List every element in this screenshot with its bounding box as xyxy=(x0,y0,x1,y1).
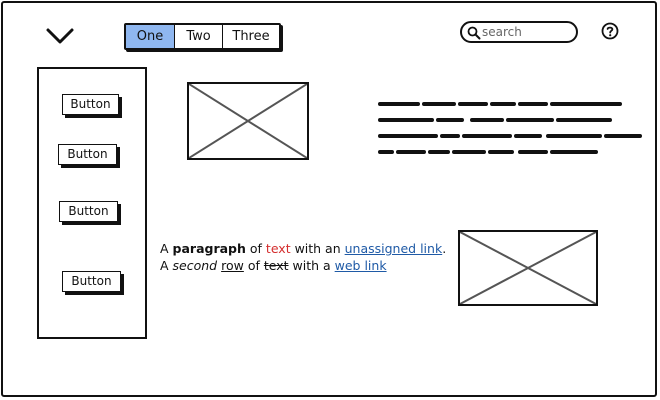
sidebar-button-4[interactable]: Button xyxy=(62,271,121,292)
tab-bar: One Two Three xyxy=(124,23,281,50)
sidebar-button-2[interactable]: Button xyxy=(58,144,117,165)
strikethrough-text: text xyxy=(263,258,289,273)
sidebar-button-3[interactable]: Button xyxy=(59,201,118,222)
underlined-text: row xyxy=(221,258,244,273)
paragraph-text: A paragraph of text with an unassigned l… xyxy=(160,240,460,274)
paragraph-line-2: A second row of text with a web link xyxy=(160,258,387,273)
sidebar-button-1[interactable]: Button xyxy=(62,94,119,115)
image-placeholder-top xyxy=(187,82,309,160)
image-placeholder-icon xyxy=(189,84,307,158)
image-placeholder-icon xyxy=(460,232,596,304)
scribbled-text-block xyxy=(378,102,642,154)
search-input[interactable] xyxy=(482,24,572,40)
paragraph-line-1: A paragraph of text with an unassigned l… xyxy=(160,241,447,256)
web-link[interactable]: web link xyxy=(335,258,387,273)
image-placeholder-bottom xyxy=(458,230,598,306)
search-icon xyxy=(467,26,481,40)
help-icon[interactable] xyxy=(601,22,619,40)
chevron-down-icon[interactable] xyxy=(45,25,75,47)
sidebar: Button Button Button Button xyxy=(37,67,147,339)
italic-text: second xyxy=(172,258,218,273)
tab-one[interactable]: One xyxy=(126,25,175,48)
red-text: text xyxy=(265,241,291,256)
tab-two[interactable]: Two xyxy=(175,25,223,48)
tab-three[interactable]: Three xyxy=(223,25,279,48)
unassigned-link[interactable]: unassigned link xyxy=(345,241,443,256)
search-box xyxy=(460,21,578,43)
window-frame: One Two Three Button Button Button Butto… xyxy=(1,1,657,397)
bold-text: paragraph xyxy=(172,241,246,256)
